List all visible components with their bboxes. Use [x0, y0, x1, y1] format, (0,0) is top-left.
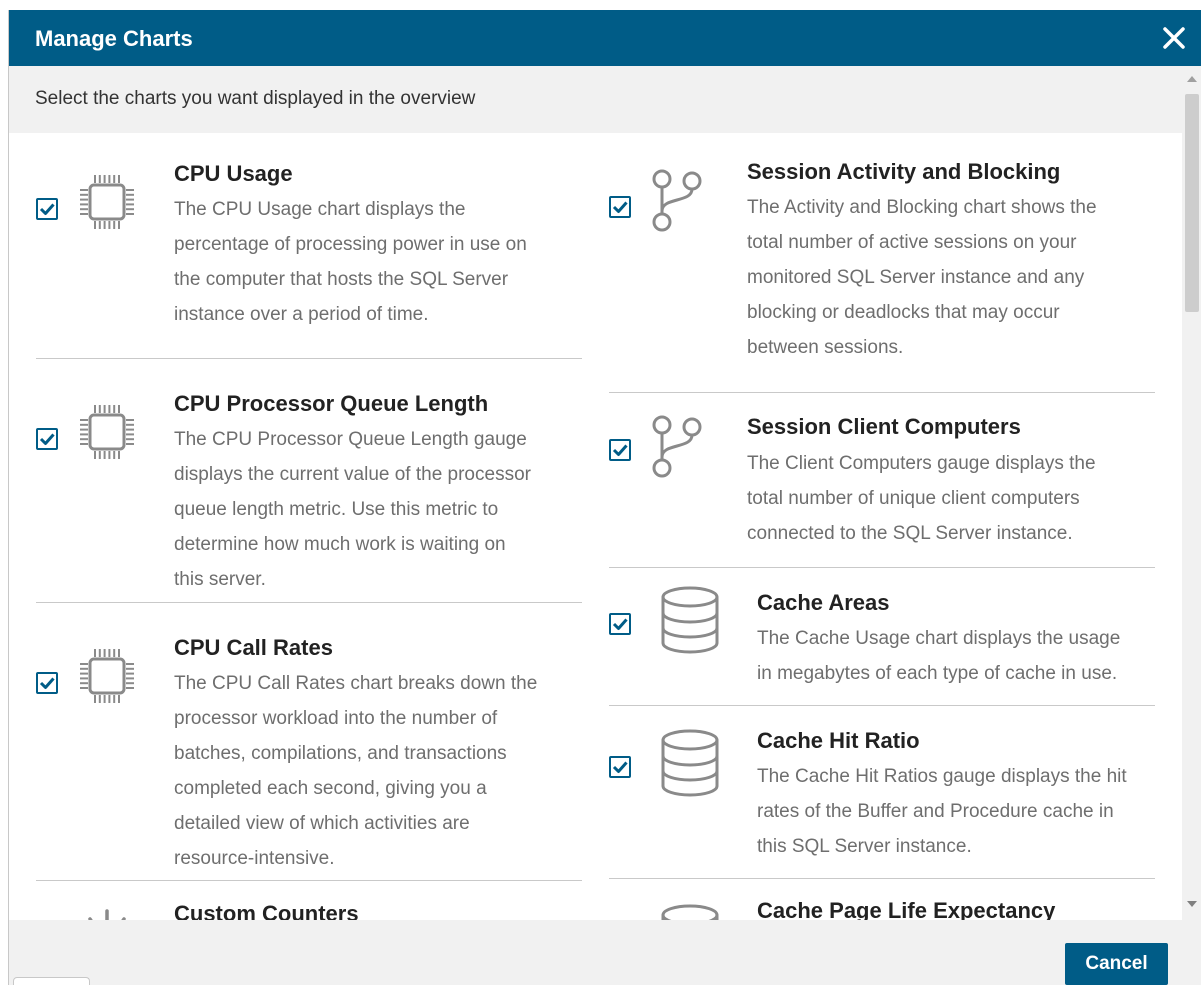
- description-line: monitored SQL Server instance and any: [747, 267, 1085, 288]
- description-line: queue length metric. Use this metric to: [174, 499, 499, 520]
- description-line: The Client Computers gauge displays the: [747, 453, 1096, 474]
- spinner-icon: [76, 907, 138, 920]
- chart-checkbox[interactable]: [36, 428, 58, 450]
- instructions-bar: Select the charts you want displayed in …: [9, 66, 1182, 133]
- chart-checkbox[interactable]: [36, 198, 58, 220]
- database-icon: [659, 903, 721, 920]
- chart-checkbox[interactable]: [36, 672, 58, 694]
- database-icon: [659, 585, 721, 660]
- cpu-chip-icon: [76, 645, 138, 712]
- chart-title: Session Activity and Blocking: [747, 159, 1061, 184]
- description-line: processor workload into the number of: [174, 708, 498, 729]
- chart-title: Custom Counters: [174, 901, 359, 920]
- chart-title: Cache Page Life Expectancy: [757, 898, 1056, 920]
- right-chart-item: Cache Page Life Expectancy: [609, 879, 1155, 920]
- description-line: resource-intensive.: [174, 848, 335, 869]
- right-chart-item: Cache Hit Ratio The Cache Hit Ratios gaug…: [609, 706, 1155, 879]
- scroll-thumb[interactable]: [1185, 94, 1199, 312]
- chart-description: The CPU Usage chart displays the percenta…: [174, 192, 527, 332]
- description-line: The Activity and Blocking chart shows th…: [747, 197, 1097, 218]
- description-line: The CPU Processor Queue Length gauge: [174, 429, 527, 450]
- manage-charts-dialog: Manage Charts Select the charts you want…: [8, 10, 1201, 985]
- chart-title: CPU Call Rates: [174, 635, 333, 660]
- description-line: batches, compilations, and transactions: [174, 743, 507, 764]
- cancel-button[interactable]: Cancel: [1065, 943, 1168, 985]
- description-line: this server.: [174, 569, 266, 590]
- vertical-scrollbar[interactable]: [1182, 66, 1201, 920]
- description-line: rates of the Buffer and Procedure cache …: [757, 801, 1114, 822]
- chart-title: Cache Hit Ratio: [757, 728, 920, 753]
- chart-description: The CPU Processor Queue Length gauge disp…: [174, 422, 531, 597]
- instructions-text: Select the charts you want displayed in …: [35, 88, 476, 109]
- description-line: total number of unique client computers: [747, 488, 1080, 509]
- left-chart-item: CPU Usage The CPU Usage chart displays th…: [36, 133, 582, 359]
- right-chart-item: Cache Areas The Cache Usage chart display…: [609, 568, 1155, 706]
- description-line: connected to the SQL Server instance.: [747, 523, 1073, 544]
- scroll-up-arrow-icon[interactable]: [1187, 76, 1197, 82]
- description-line: detailed view of which activities are: [174, 813, 470, 834]
- partial-button[interactable]: [13, 977, 90, 985]
- chart-title: Cache Areas: [757, 590, 890, 615]
- left-chart-item: CPU Call Rates The CPU Call Rates chart b…: [36, 603, 582, 881]
- chart-description: The Cache Hit Ratios gauge displays the …: [757, 759, 1127, 864]
- chart-title: CPU Usage: [174, 161, 293, 186]
- close-button[interactable]: [1156, 20, 1192, 56]
- right-chart-item: Session Activity and Blocking The Activit…: [609, 133, 1155, 393]
- dialog-titlebar: Manage Charts: [9, 10, 1201, 66]
- dialog-title: Manage Charts: [35, 26, 193, 51]
- description-line: percentage of processing power in use on: [174, 234, 527, 255]
- dialog-footer: Cancel: [9, 920, 1201, 985]
- description-line: blocking or deadlocks that may occur: [747, 302, 1060, 323]
- cpu-chip-icon: [76, 401, 138, 468]
- chart-checkbox[interactable]: [609, 196, 631, 218]
- chart-description: The Cache Usage chart displays the usage…: [757, 621, 1120, 691]
- chart-description: The Activity and Blocking chart shows th…: [747, 190, 1097, 365]
- close-icon: [1163, 27, 1185, 49]
- description-line: determine how much work is waiting on: [174, 534, 506, 555]
- description-line: total number of active sessions on your: [747, 232, 1077, 253]
- cpu-chip-icon: [76, 171, 138, 238]
- database-icon: [659, 728, 721, 803]
- right-chart-item: Session Client Computers The Client Compu…: [609, 393, 1155, 568]
- description-line: The Cache Usage chart displays the usage: [757, 628, 1121, 649]
- description-line: instance over a period of time.: [174, 304, 429, 325]
- description-line: The Cache Hit Ratios gauge displays the …: [757, 766, 1127, 787]
- chart-checkbox[interactable]: [609, 756, 631, 778]
- description-line: between sessions.: [747, 337, 904, 358]
- description-line: this SQL Server instance.: [757, 836, 972, 857]
- left-chart-item: Custom Counters: [36, 881, 582, 920]
- description-line: the computer that hosts the SQL Server: [174, 269, 509, 290]
- chart-checkbox[interactable]: [609, 439, 631, 461]
- chart-checkbox[interactable]: [609, 613, 631, 635]
- description-line: The CPU Call Rates chart breaks down the: [174, 673, 538, 694]
- chart-description: The Client Computers gauge displays the t…: [747, 446, 1096, 551]
- left-chart-item: CPU Processor Queue Length The CPU Proces…: [36, 359, 582, 603]
- branch-icon: [649, 167, 711, 238]
- chart-list[interactable]: CPU Usage The CPU Usage chart displays th…: [9, 133, 1182, 920]
- description-line: The CPU Usage chart displays the: [174, 199, 466, 220]
- chart-title: CPU Processor Queue Length: [174, 391, 489, 416]
- chart-title: Session Client Computers: [747, 414, 1021, 439]
- chart-description: The CPU Call Rates chart breaks down the…: [174, 666, 537, 876]
- description-line: in megabytes of each type of cache in us…: [757, 663, 1118, 684]
- branch-icon: [649, 413, 711, 484]
- scroll-down-arrow-icon[interactable]: [1187, 901, 1197, 907]
- description-line: displays the current value of the proces…: [174, 464, 531, 485]
- description-line: completed each second, giving you a: [174, 778, 487, 799]
